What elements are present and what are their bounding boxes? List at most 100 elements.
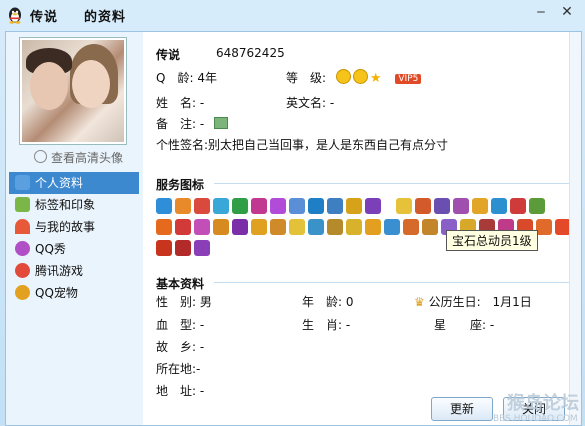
tag-icon: [15, 197, 30, 212]
age-label: 年 龄:: [302, 295, 343, 309]
avatar-photo: [22, 40, 124, 142]
title-bar: 传说 的资料 ‒ ✕: [0, 0, 585, 30]
service-icon[interactable]: [396, 198, 412, 214]
sidebar-item-qqshow[interactable]: QQ秀: [9, 238, 139, 260]
service-icon[interactable]: [156, 219, 172, 235]
service-icon[interactable]: [270, 219, 286, 235]
constellation-value: -: [489, 318, 495, 332]
nickname: 传说: [156, 48, 181, 62]
location-label: 所在地:: [156, 362, 197, 376]
vip-badge[interactable]: VIP5: [395, 74, 422, 84]
note-value: -: [199, 117, 205, 131]
birthday-value: 1月1日: [492, 295, 532, 309]
watermark-url: BBS.HOUDAO.COM: [493, 414, 578, 424]
sun-level-icon: [352, 69, 368, 84]
service-icon[interactable]: [472, 198, 488, 214]
service-icon[interactable]: [232, 198, 248, 214]
service-icon[interactable]: [422, 219, 438, 235]
blood-value: -: [199, 318, 205, 332]
service-icon[interactable]: [346, 198, 362, 214]
hometown-value: -: [199, 340, 205, 354]
service-icon[interactable]: [213, 219, 229, 235]
avatar[interactable]: [19, 37, 127, 145]
service-icon[interactable]: [175, 198, 191, 214]
service-icon[interactable]: [270, 198, 286, 214]
qq-age-label: Q 龄:: [156, 71, 194, 85]
service-icon[interactable]: [232, 219, 248, 235]
sidebar-item-label: 腾讯游戏: [35, 264, 84, 278]
sidebar-item-pet[interactable]: QQ宠物: [9, 282, 139, 304]
sun-level-icon: [335, 69, 351, 84]
refresh-button[interactable]: 更新: [431, 397, 493, 421]
basic-info-title: 基本资料: [156, 277, 205, 291]
qq-penguin-icon: [9, 7, 21, 24]
sidebar-item-tags[interactable]: 标签和印象: [9, 194, 139, 216]
service-icon[interactable]: [365, 198, 381, 214]
sidebar-item-label: 与我的故事: [35, 220, 96, 234]
service-icon[interactable]: [251, 219, 267, 235]
english-name-value: -: [329, 96, 335, 110]
service-icon[interactable]: [289, 198, 305, 214]
service-icon[interactable]: [156, 198, 172, 214]
sidebar-item-profile[interactable]: 个人资料: [9, 172, 139, 194]
service-icon[interactable]: [327, 198, 343, 214]
service-icon[interactable]: [415, 198, 431, 214]
qq-number: 648762425: [216, 46, 285, 60]
crown-icon: ♛: [414, 295, 425, 309]
service-icon[interactable]: [251, 198, 267, 214]
service-icon[interactable]: [453, 198, 469, 214]
level-label: 等 级:: [286, 71, 327, 85]
view-hd-avatar-link[interactable]: 查看高清头像: [34, 149, 123, 166]
gender-value: 男: [199, 295, 212, 309]
address-value: -: [199, 384, 205, 398]
service-icon[interactable]: [346, 219, 362, 235]
note-label: 备 注:: [156, 117, 197, 131]
blood-label: 血 型:: [156, 318, 197, 332]
service-icon[interactable]: [308, 198, 324, 214]
magnifier-icon: [34, 150, 47, 163]
service-icon[interactable]: [529, 198, 545, 214]
service-icon[interactable]: [510, 198, 526, 214]
title-nickname: 传说: [30, 10, 59, 25]
service-icon[interactable]: [403, 219, 419, 235]
service-icon[interactable]: [289, 219, 305, 235]
service-icon[interactable]: [156, 240, 172, 256]
tooltip: 宝石总动员1级: [446, 230, 538, 251]
address-label: 地 址:: [156, 384, 197, 398]
sidebar-nav: 个人资料 标签和印象 与我的故事 QQ秀 腾讯游戏 QQ宠物: [9, 172, 139, 304]
service-icon[interactable]: [327, 219, 343, 235]
sidebar-item-label: 个人资料: [35, 176, 84, 190]
close-window-button[interactable]: ✕: [558, 4, 576, 20]
service-icons-title: 服务图标: [156, 178, 205, 192]
service-icon[interactable]: [384, 219, 400, 235]
sidebar-item-games[interactable]: 腾讯游戏: [9, 260, 139, 282]
game-icon: [15, 263, 30, 278]
qqshow-icon: [15, 241, 30, 256]
service-icon[interactable]: [434, 198, 450, 214]
zodiac-label: 生 肖:: [302, 318, 343, 332]
sidebar: 查看高清头像 个人资料 标签和印象 与我的故事 QQ秀 腾讯游戏 QQ宠物: [6, 32, 143, 425]
sidebar-item-label: 标签和印象: [35, 198, 96, 212]
service-icon[interactable]: [365, 219, 381, 235]
scrollbar[interactable]: [569, 32, 581, 425]
service-icon[interactable]: [194, 219, 210, 235]
sidebar-item-stories[interactable]: 与我的故事: [9, 216, 139, 238]
birthday-label: 公历生日:: [428, 295, 481, 309]
divider: [214, 282, 576, 283]
service-icon[interactable]: [536, 219, 552, 235]
sidebar-item-label: QQ秀: [35, 242, 66, 256]
service-icon[interactable]: [194, 198, 210, 214]
qq-age-value: 4年: [197, 71, 217, 85]
edit-note-icon[interactable]: [214, 117, 229, 129]
star-level-icon: ★: [369, 71, 382, 86]
service-icon[interactable]: [175, 219, 191, 235]
name-label: 姓 名:: [156, 96, 197, 110]
service-icon[interactable]: [308, 219, 324, 235]
name-value: -: [199, 96, 205, 110]
service-icon[interactable]: [213, 198, 229, 214]
service-icon[interactable]: [194, 240, 210, 256]
minimize-button[interactable]: ‒: [532, 4, 550, 20]
service-icon[interactable]: [491, 198, 507, 214]
location-value: -: [196, 362, 201, 376]
service-icon[interactable]: [175, 240, 191, 256]
